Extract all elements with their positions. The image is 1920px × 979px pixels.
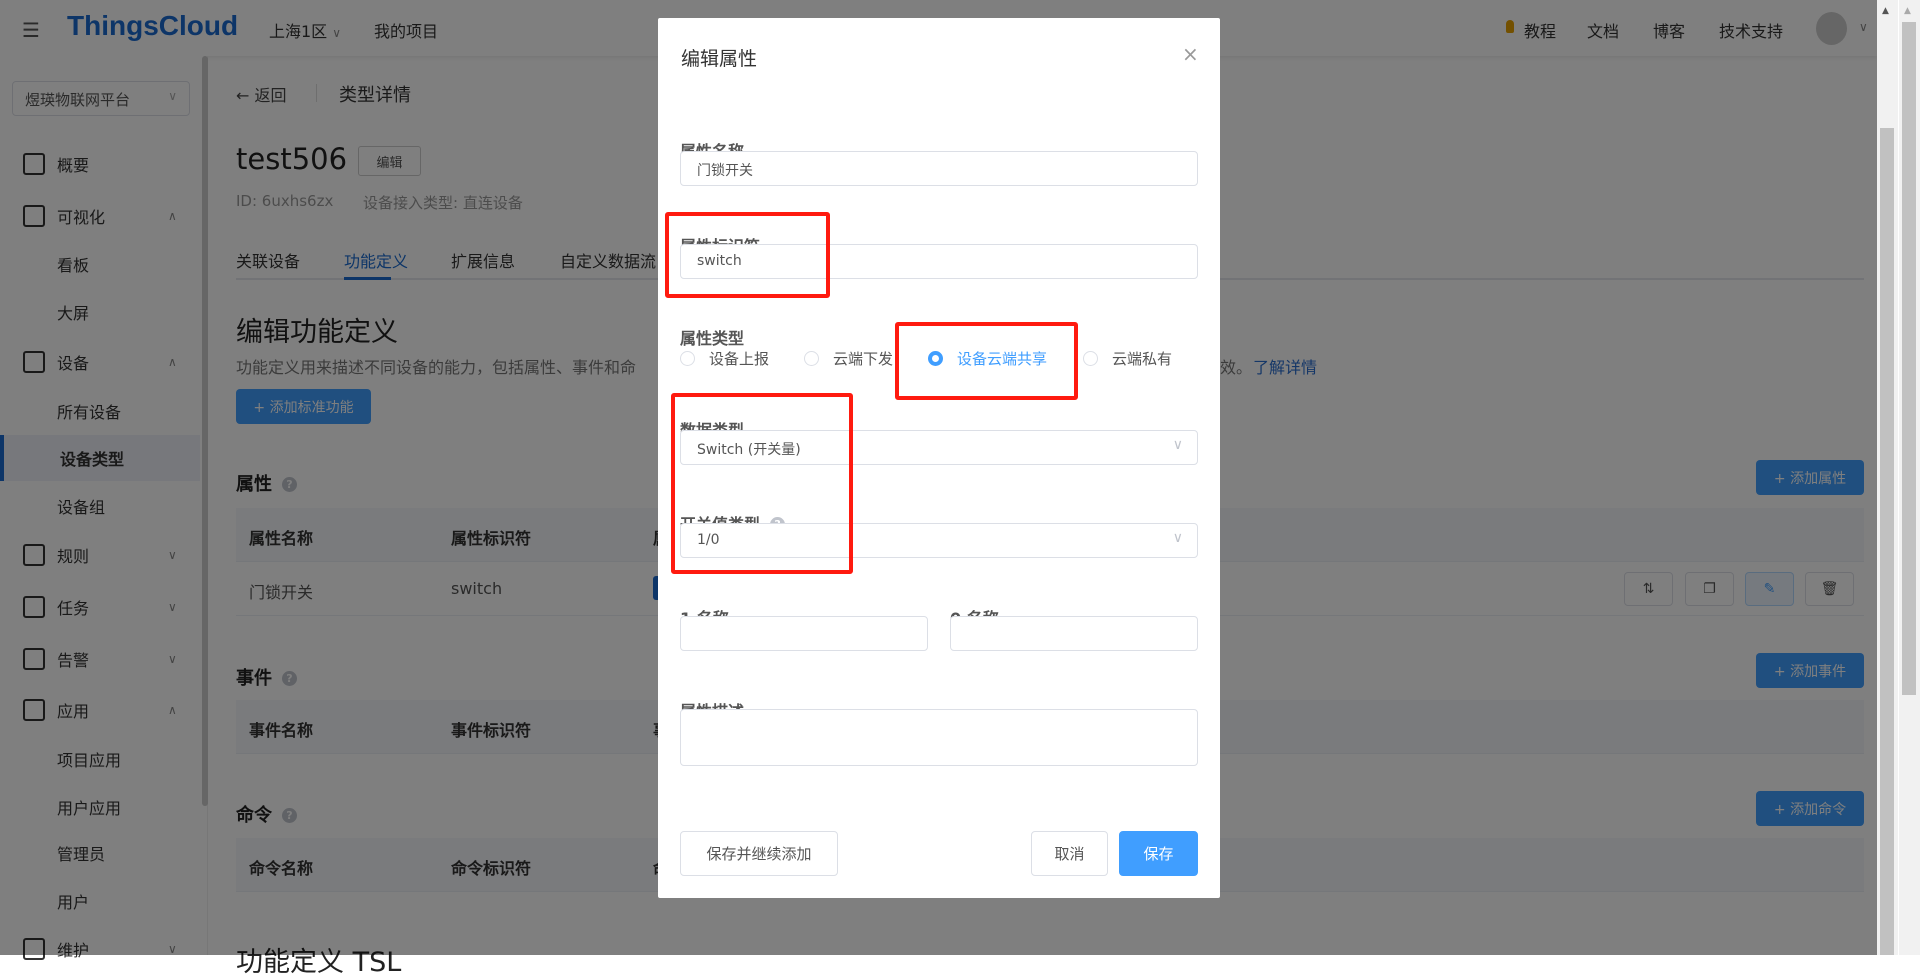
radio-label: 云端私有 <box>1112 350 1173 368</box>
radio-cloud-send[interactable]: 云端下发 <box>804 348 893 369</box>
chevron-down-icon: ∨ <box>1172 530 1183 546</box>
radio-circle <box>680 351 695 366</box>
dialog-title: 编辑属性 <box>681 48 758 70</box>
window-scrollbar[interactable]: ▲ <box>1899 0 1920 955</box>
property-type-label: 属性类型 <box>680 329 745 348</box>
property-description-textarea[interactable] <box>680 709 1198 766</box>
close-icon[interactable]: × <box>1182 42 1199 66</box>
radio-circle <box>804 351 819 366</box>
chevron-down-icon: ∨ <box>1172 437 1183 453</box>
scrollbar-thumb[interactable] <box>1902 22 1916 695</box>
radio-label: 云端下发 <box>833 350 894 368</box>
radio-device-report[interactable]: 设备上报 <box>680 348 769 369</box>
one-name-input[interactable] <box>680 616 928 651</box>
radio-circle <box>1083 351 1098 366</box>
page-scrollbar[interactable]: ▲ <box>1877 0 1898 955</box>
highlight-box <box>665 212 830 298</box>
cancel-button[interactable]: 取消 <box>1031 831 1108 876</box>
radio-cloud-private[interactable]: 云端私有 <box>1083 348 1172 369</box>
save-and-continue-button[interactable]: 保存并继续添加 <box>680 831 838 876</box>
highlight-box <box>895 322 1078 400</box>
scroll-up-icon[interactable]: ▲ <box>1882 6 1889 16</box>
property-name-input[interactable]: 门锁开关 <box>680 151 1198 186</box>
highlight-box <box>671 393 853 574</box>
radio-label: 设备上报 <box>709 350 770 368</box>
scroll-up-icon[interactable]: ▲ <box>1904 6 1911 16</box>
save-button[interactable]: 保存 <box>1119 831 1198 876</box>
edit-property-dialog: 编辑属性 × 属性名称 门锁开关 属性标识符 switch 属性类型 设备上报 … <box>658 18 1220 898</box>
scrollbar-thumb[interactable] <box>1880 128 1894 955</box>
zero-name-input[interactable] <box>950 616 1198 651</box>
